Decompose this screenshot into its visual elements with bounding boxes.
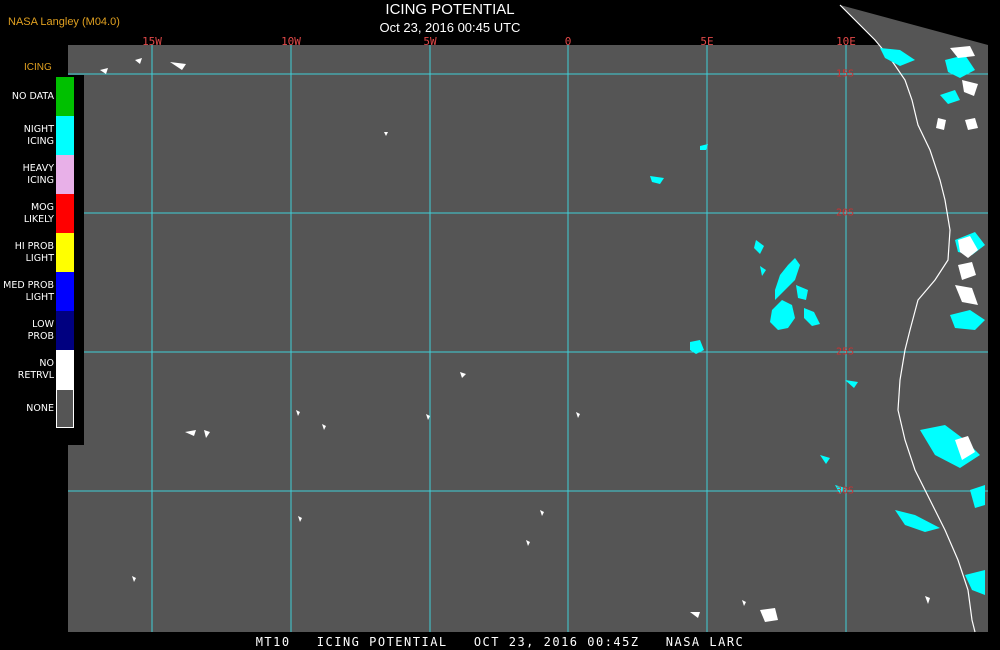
legend-item-label: HEAVY ICING	[22, 162, 54, 186]
legend-swatch	[56, 194, 74, 233]
product-footer: MT10 ICING POTENTIAL OCT 23, 2016 00:45Z…	[255, 635, 745, 649]
longitude-label: 15W	[142, 35, 162, 48]
legend-item-med-prob-light: MED PROB LIGHT	[0, 272, 84, 311]
longitude-label: 10W	[281, 35, 301, 48]
legend-item-none: NONE	[0, 389, 84, 428]
legend-item-label: NIGHT ICING	[23, 123, 54, 147]
legend-swatch	[56, 311, 74, 350]
longitude-label: 10E	[836, 35, 856, 48]
legend-title: ICING	[24, 62, 52, 73]
color-legend: NO DATA NIGHT ICING HEAVY ICING MOG LIKE…	[0, 75, 84, 445]
legend-item-night-icing: NIGHT ICING	[0, 116, 84, 155]
latitude-label: 30S	[836, 485, 855, 497]
legend-item-label: NONE	[26, 402, 54, 414]
longitude-label: 5E	[700, 35, 714, 48]
latitude-label: 15S	[836, 68, 855, 80]
legend-item-label: HI PROB LIGHT	[14, 240, 54, 264]
legend-swatch	[56, 116, 74, 155]
latitude-label: 25S	[836, 346, 855, 358]
legend-swatch	[56, 350, 74, 389]
legend-item-label: NO DATA	[11, 90, 54, 102]
legend-item-label: NO RETRVL	[17, 357, 54, 381]
legend-item-label: MED PROB LIGHT	[3, 279, 54, 303]
longitude-label: 0	[564, 35, 572, 48]
legend-item-low-prob: LOW PROB	[0, 311, 84, 350]
legend-swatch	[56, 77, 74, 116]
legend-swatch	[56, 233, 74, 272]
legend-item-mog-likely: MOG LIKELY	[0, 194, 84, 233]
legend-item-heavy-icing: HEAVY ICING	[0, 155, 84, 194]
legend-item-label: MOG LIKELY	[23, 201, 54, 225]
legend-item-hi-prob-light: HI PROB LIGHT	[0, 233, 84, 272]
legend-item-no-data: NO DATA	[0, 77, 84, 116]
legend-swatch	[56, 155, 74, 194]
longitude-label: 5W	[423, 35, 437, 48]
legend-item-no-retrieval: NO RETRVL	[0, 350, 84, 389]
legend-swatch	[56, 389, 74, 428]
legend-swatch	[56, 272, 74, 311]
latitude-label: 20S	[836, 207, 855, 219]
legend-item-label: LOW PROB	[27, 318, 54, 342]
icing-map	[68, 4, 988, 633]
